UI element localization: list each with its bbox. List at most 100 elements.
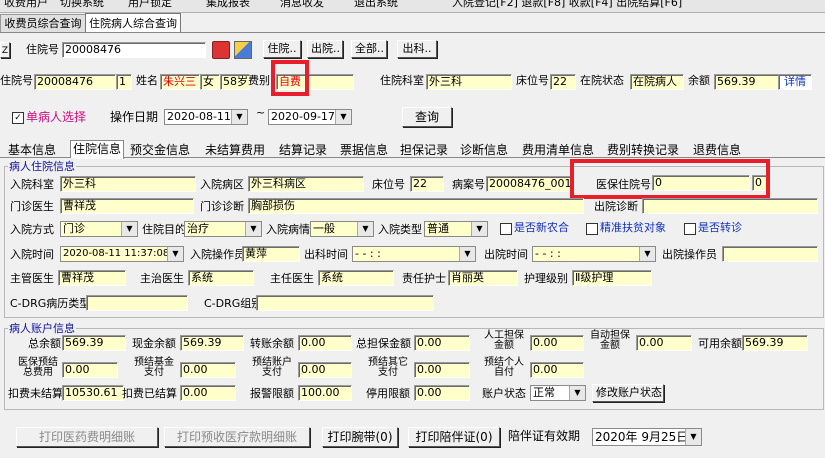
admit-mode-select[interactable]: 门诊 ▼ (60, 221, 138, 237)
balance-label: 余额 (688, 74, 710, 87)
tab-prepay[interactable]: 预交金信息 (130, 142, 190, 158)
pencil-icon[interactable] (234, 41, 252, 59)
discharge-time-picker[interactable]: - - : : ▼ (532, 246, 656, 262)
tab-fee-list[interactable]: 费用清单信息 (522, 142, 594, 158)
poverty-checkbox[interactable] (586, 223, 598, 235)
status-field: 在院病人 (630, 74, 684, 90)
tab-settlement[interactable]: 结算记录 (279, 142, 327, 158)
guarantee-total-field: 0.00 (414, 335, 470, 351)
admit-purpose-label: 住院目的 (142, 223, 186, 236)
out-dept-time-value: - - : : (355, 247, 381, 260)
nurse-label: 责任护士 (402, 272, 446, 285)
modify-status-button[interactable]: 修改账户状态 (592, 384, 664, 402)
clinic-doctor-label: 门诊医生 (10, 200, 54, 213)
admit-purpose-select[interactable]: 治疗 ▼ (184, 221, 262, 237)
search-input[interactable]: 20008476 (62, 42, 206, 58)
toolbar-item-switch[interactable]: 切换系统 (60, 0, 104, 10)
admit-time-picker[interactable]: 2020-08-11 11:37:08 ▼ (60, 246, 184, 262)
alarm-limit-field: 100.00 (298, 385, 352, 401)
nurse-field: 肖丽英 (448, 270, 518, 286)
admit-type-label: 入院类型 (378, 223, 422, 236)
self-pay-field: 0.00 (530, 362, 584, 378)
all-button[interactable]: 全部.. (351, 40, 387, 58)
toolbar-item-user[interactable]: 收费用户 (4, 0, 48, 10)
tab-inpatient-info[interactable]: 住院信息 (70, 140, 125, 159)
transfer-checkbox[interactable] (684, 223, 696, 235)
stop-limit-field: 0.00 (414, 385, 470, 401)
available-field: 569.39 (742, 335, 808, 351)
self-pay-label: 预结个人自付 (484, 357, 524, 378)
chevron-down-icon: ▼ (335, 110, 351, 124)
transfer-balance-field: 0.00 (298, 335, 352, 351)
query-button[interactable]: 查询 (402, 107, 452, 127)
dept-label: 住院科室 (380, 74, 424, 87)
out-dept-time-picker[interactable]: - - : : ▼ (352, 246, 476, 262)
account-status-select[interactable]: 正常 ▼ (530, 385, 586, 401)
stop-limit-label: 停用限额 (366, 387, 410, 400)
chief-doctor-field: 曹祥茂 (58, 270, 126, 286)
out-dept-button[interactable]: 出科.. (397, 40, 437, 58)
admit-purpose-value: 治疗 (187, 222, 209, 235)
print-escort-button[interactable]: 打印陪伴证(0) (408, 427, 500, 447)
name-field: 朱兴三 (160, 74, 200, 90)
admit-ward-field: 外三科病区 (248, 176, 364, 192)
name-label: 姓名 (136, 74, 158, 87)
account-pay-label: 预结账户支付 (252, 357, 292, 378)
collapse-button[interactable]: Z (0, 42, 10, 58)
tab-unsettled[interactable]: 未结算费用 (205, 142, 265, 158)
tab-basic-info[interactable]: 基本信息 (8, 142, 56, 158)
cash-balance-label: 现金余额 (132, 337, 176, 350)
clinic-diag-label: 门诊诊断 (200, 200, 244, 213)
toolbar-item-messages[interactable]: 消息收发 (280, 0, 324, 10)
print-drug-button[interactable]: 打印医药费明细账 (16, 427, 158, 447)
fund-pay-field: 0.00 (180, 362, 236, 378)
tab-refund[interactable]: 退费信息 (693, 142, 741, 158)
toolbar-item-lock[interactable]: 用户锁定 (128, 0, 172, 10)
in-hospital-button[interactable]: 住院.. (263, 40, 301, 58)
window-tab-cashier[interactable]: 收费员综合查询 (0, 14, 86, 32)
single-patient-checkbox[interactable]: ✓ (12, 112, 24, 124)
tab-diagnosis[interactable]: 诊断信息 (460, 142, 508, 158)
new-rural-checkbox[interactable] (500, 223, 512, 235)
account-status-value: 正常 (533, 386, 555, 399)
admit-mode-label: 入院方式 (10, 223, 54, 236)
date-from-picker[interactable]: 2020-08-11 ▼ (164, 109, 248, 125)
chevron-down-icon: ▼ (245, 222, 261, 236)
detail-link[interactable]: 详情 (778, 74, 812, 90)
guarantee-total-label: 总担保金额 (356, 337, 411, 350)
admit-dept-field: 外三科 (60, 176, 196, 192)
auto-guarantee-label: 自动担保金额 (590, 330, 630, 351)
person-card-icon[interactable] (212, 41, 230, 59)
chevron-down-icon: ▼ (167, 247, 183, 261)
tab-invoice[interactable]: 票据信息 (340, 142, 388, 158)
chevron-down-icon: ▼ (357, 222, 373, 236)
deduct-settled-label: 扣费已结算 (122, 387, 177, 400)
admit-mode-value: 门诊 (63, 222, 85, 235)
window-tab-inpatient[interactable]: 住院病人综合查询 (85, 13, 181, 33)
escort-valid-picker[interactable]: 2020年 9月25日 ▼ (592, 428, 702, 446)
print-prepaid-button[interactable]: 打印预收医疗款明细账 (164, 427, 310, 447)
admit-ward-label: 入院病区 (200, 178, 244, 191)
tab-guarantee[interactable]: 担保记录 (400, 142, 448, 158)
discharged-button[interactable]: 出院.. (307, 40, 343, 58)
clinic-doctor-field: 曹祥茂 (60, 198, 194, 214)
admit-condition-select[interactable]: 一般 ▼ (310, 221, 374, 237)
toolbar-item-exit[interactable]: 退出系统 (354, 0, 398, 10)
cdrg-group-label: C-DRG组别 (204, 297, 263, 310)
toolbar-item-reports[interactable]: 集成报表 (206, 0, 250, 10)
other-pay-label: 预结其它支付 (368, 357, 408, 378)
chevron-down-icon: ▼ (231, 110, 247, 124)
date-to-picker[interactable]: 2020-09-17 ▼ (268, 109, 352, 125)
fee-type-label: 费别 (248, 74, 270, 87)
total-balance-label: 总余额 (28, 337, 61, 350)
admit-type-select[interactable]: 普通 ▼ (424, 221, 488, 237)
poverty-label: 精准扶贫对象 (600, 221, 666, 234)
date-label: 操作日期 (110, 110, 159, 124)
tilde-label: ~ (256, 106, 266, 119)
tab-fee-type-change[interactable]: 费别转换记录 (607, 142, 679, 158)
account-pay-field: 0.00 (298, 362, 352, 378)
print-band-button[interactable]: 打印腕带(0) (322, 427, 398, 447)
date-to-value: 2020-09-17 (271, 110, 335, 123)
case-no-label: 病案号 (452, 178, 485, 191)
cdrg-type-field (86, 295, 188, 311)
